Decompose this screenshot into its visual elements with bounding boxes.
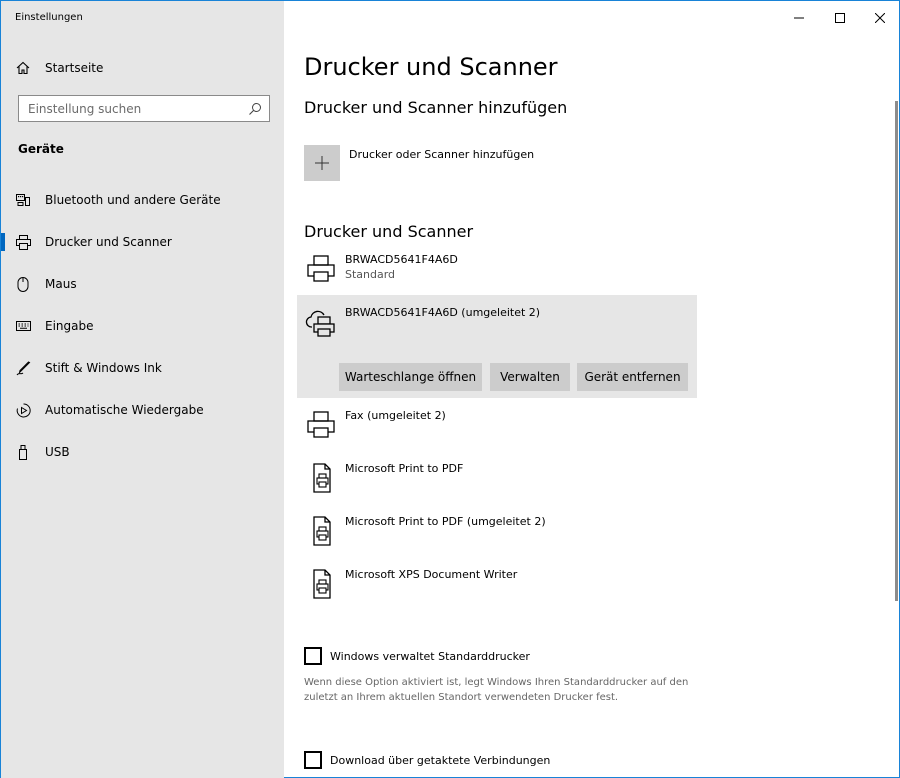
close-button[interactable] — [869, 7, 891, 29]
printer-item-selected[interactable]: BRWACD5641F4A6D (umgeleitet 2) Warteschl… — [297, 295, 697, 398]
printer-name: Fax (umgeleitet 2) — [345, 409, 446, 422]
sidebar-group-title: Geräte — [18, 142, 64, 156]
bluetooth-devices-icon — [1, 193, 45, 207]
printer-item[interactable]: Fax (umgeleitet 2) — [297, 409, 697, 443]
sidebar-item-mouse[interactable]: Maus — [1, 264, 284, 304]
printer-icon — [1, 234, 45, 250]
search-input[interactable] — [19, 101, 239, 116]
printer-name: Microsoft Print to PDF — [345, 462, 464, 475]
metered-checkbox-label: Download über getaktete Verbindungen — [330, 753, 551, 767]
sidebar-item-bluetooth[interactable]: Bluetooth und andere Geräte — [1, 180, 284, 220]
document-printer-icon — [305, 515, 337, 547]
sidebar-item-label: Bluetooth und andere Geräte — [45, 193, 221, 207]
sidebar-item-home[interactable]: Startseite — [1, 53, 284, 83]
default-printer-checkbox[interactable] — [304, 647, 322, 665]
manage-button[interactable]: Verwalten — [490, 363, 570, 391]
default-printer-checkbox-label: Windows verwaltet Standarddrucker — [330, 649, 530, 663]
page-title: Drucker und Scanner — [304, 53, 558, 81]
autoplay-icon — [1, 402, 45, 418]
document-printer-icon — [305, 568, 337, 600]
printer-name: BRWACD5641F4A6D — [345, 253, 458, 266]
sidebar-item-label: Maus — [45, 277, 77, 291]
printer-name: Microsoft XPS Document Writer — [345, 568, 518, 581]
minimize-icon — [794, 17, 804, 19]
add-printer-button[interactable]: Drucker oder Scanner hinzufügen — [304, 145, 604, 181]
maximize-button[interactable] — [829, 7, 851, 29]
sidebar-item-printers[interactable]: Drucker und Scanner — [1, 222, 284, 262]
sidebar-item-label: Eingabe — [45, 319, 94, 333]
printer-name: BRWACD5641F4A6D (umgeleitet 2) — [345, 306, 541, 319]
settings-window: Einstellungen Startseite Geräte Bluetoot… — [0, 0, 900, 778]
printer-item[interactable]: BRWACD5641F4A6D Standard — [297, 253, 697, 287]
sidebar-home-label: Startseite — [45, 61, 104, 75]
remove-device-button[interactable]: Gerät entfernen — [577, 363, 688, 391]
metered-checkbox-row[interactable]: Download über getaktete Verbindungen — [304, 751, 550, 769]
printer-icon — [305, 253, 337, 285]
printers-section-title: Drucker und Scanner — [304, 222, 474, 241]
metered-connection-checkbox[interactable] — [304, 751, 322, 769]
sidebar-item-typing[interactable]: Eingabe — [1, 306, 284, 346]
default-printer-checkbox-row[interactable]: Windows verwaltet Standarddrucker — [304, 647, 530, 665]
printer-icon — [305, 409, 337, 441]
printer-item[interactable]: Microsoft XPS Document Writer — [297, 568, 697, 602]
add-printer-label: Drucker oder Scanner hinzufügen — [349, 148, 535, 161]
mouse-icon — [1, 276, 45, 292]
pen-icon — [1, 360, 45, 376]
scrollbar[interactable] — [895, 101, 898, 601]
printer-name: Microsoft Print to PDF (umgeleitet 2) — [345, 515, 546, 528]
sidebar-item-label: Drucker und Scanner — [45, 235, 172, 249]
window-title: Einstellungen — [15, 12, 83, 23]
minimize-button[interactable] — [788, 7, 810, 29]
add-section-title: Drucker und Scanner hinzufügen — [304, 98, 568, 117]
open-queue-button[interactable]: Warteschlange öffnen — [339, 363, 482, 391]
sidebar-item-usb[interactable]: USB — [1, 432, 284, 472]
search-icon[interactable] — [248, 101, 262, 120]
printer-item[interactable]: Microsoft Print to PDF (umgeleitet 2) — [297, 515, 697, 549]
sidebar-item-label: Stift & Windows Ink — [45, 361, 162, 375]
sidebar-item-autoplay[interactable]: Automatische Wiedergabe — [1, 390, 284, 430]
printer-status: Standard — [345, 268, 396, 281]
maximize-icon — [835, 13, 845, 23]
keyboard-icon — [1, 321, 45, 331]
sidebar: Einstellungen Startseite Geräte Bluetoot… — [1, 1, 284, 778]
usb-icon — [1, 444, 45, 460]
sidebar-item-label: Automatische Wiedergabe — [45, 403, 204, 417]
search-box[interactable] — [18, 95, 270, 122]
plus-icon — [304, 145, 340, 181]
cloud-printer-icon — [305, 307, 337, 339]
printer-item[interactable]: Microsoft Print to PDF — [297, 462, 697, 496]
document-printer-icon — [305, 462, 337, 494]
home-icon — [1, 61, 45, 75]
sidebar-item-pen[interactable]: Stift & Windows Ink — [1, 348, 284, 388]
sidebar-item-label: USB — [45, 445, 70, 459]
default-printer-description: Wenn diese Option aktiviert ist, legt Wi… — [304, 677, 689, 703]
close-icon — [875, 13, 885, 23]
